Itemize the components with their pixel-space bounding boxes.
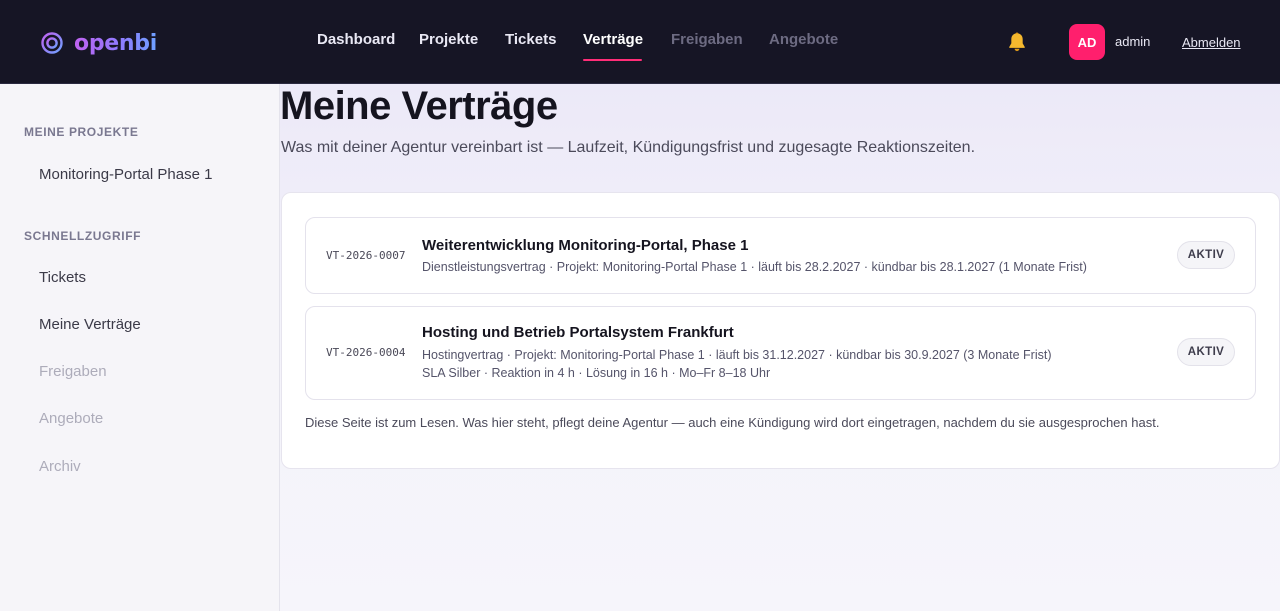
status-badge: AKTIV — [1177, 338, 1235, 366]
top-navigation-bar: openbi Dashboard Projekte Tickets Verträ… — [0, 0, 1280, 84]
status-badge: AKTIV — [1177, 241, 1235, 269]
nav-item-tickets[interactable]: Tickets — [505, 31, 556, 48]
nav-item-vertraege[interactable]: Verträge — [583, 31, 643, 48]
page-subtitle: Was mit deiner Agentur vereinbart ist — … — [281, 139, 976, 156]
sidebar-item-angebote[interactable]: Angebote — [39, 410, 103, 427]
contract-meta: Hostingvertrag · Projekt: Monitoring-Por… — [422, 348, 1052, 362]
contract-id: VT-2026-0004 — [326, 346, 406, 359]
logout-link[interactable]: Abmelden — [1182, 35, 1241, 50]
contract-title: Weiterentwicklung Monitoring-Portal, Pha… — [422, 237, 749, 254]
contract-card[interactable]: VT-2026-0007 Weiterentwicklung Monitorin… — [305, 217, 1256, 294]
nav-item-freigaben[interactable]: Freigaben — [671, 31, 743, 48]
sidebar-item-meine-vertraege[interactable]: Meine Verträge — [39, 316, 141, 333]
nav-item-angebote[interactable]: Angebote — [769, 31, 838, 48]
sidebar: MEINE PROJEKTE Monitoring-Portal Phase 1… — [0, 84, 280, 611]
contract-sla: SLA Silber · Reaktion in 4 h · Lösung in… — [422, 366, 771, 380]
sidebar-item-tickets[interactable]: Tickets — [39, 269, 86, 286]
page-title: Meine Verträge — [280, 84, 558, 128]
username-label: admin — [1115, 34, 1151, 49]
sidebar-item-archiv[interactable]: Archiv — [39, 458, 81, 475]
bell-icon[interactable] — [1006, 31, 1028, 53]
contract-id: VT-2026-0007 — [326, 249, 406, 262]
sidebar-heading-projects: MEINE PROJEKTE — [24, 125, 139, 139]
contract-card[interactable]: VT-2026-0004 Hosting und Betrieb Portals… — [305, 306, 1256, 400]
nav-item-projekte[interactable]: Projekte — [419, 31, 478, 48]
info-note: Diese Seite ist zum Lesen. Was hier steh… — [305, 415, 1160, 430]
brand-name: openbi — [74, 30, 157, 56]
contract-meta: Dienstleistungsvertrag · Projekt: Monito… — [422, 260, 1087, 274]
nav-item-dashboard[interactable]: Dashboard — [317, 31, 395, 48]
active-nav-indicator — [583, 59, 642, 61]
sidebar-item-project[interactable]: Monitoring-Portal Phase 1 — [39, 166, 212, 183]
sidebar-heading-quick-access: SCHNELLZUGRIFF — [24, 229, 142, 243]
user-avatar[interactable]: AD — [1069, 24, 1105, 60]
sidebar-item-freigaben[interactable]: Freigaben — [39, 363, 107, 380]
contract-title: Hosting und Betrieb Portalsystem Frankfu… — [422, 324, 734, 341]
logo-icon — [41, 32, 63, 54]
brand-logo[interactable]: openbi — [40, 29, 157, 57]
